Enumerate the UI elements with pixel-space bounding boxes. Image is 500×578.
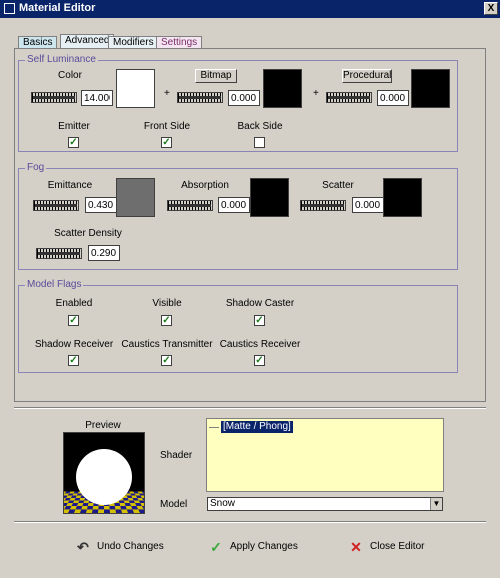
tab-advanced[interactable]: Advanced xyxy=(60,34,115,49)
title-bar: Material Editor X xyxy=(0,0,500,18)
emittance-swatch[interactable] xyxy=(116,178,155,217)
caustics-transmitter-label: Caustics Transmitter xyxy=(121,339,213,350)
caustics-transmitter-checkbox[interactable]: ✓ xyxy=(161,355,172,366)
window-title: Material Editor xyxy=(19,2,96,14)
shader-tree-item[interactable]: [Matte / Phong] xyxy=(221,421,293,433)
check-icon: ✓ xyxy=(162,355,171,366)
emitter-checkbox[interactable]: ✓ xyxy=(68,137,79,148)
bitmap-spinner[interactable] xyxy=(177,92,223,103)
window-icon xyxy=(4,3,15,14)
preview-sphere xyxy=(76,449,132,505)
check-icon: ✓ xyxy=(255,315,264,326)
model-label: Model xyxy=(160,499,188,510)
scatter-spinner[interactable] xyxy=(300,200,346,211)
procedural-swatch[interactable] xyxy=(411,69,450,108)
emittance-label: Emittance xyxy=(47,180,93,191)
absorption-value-field[interactable] xyxy=(218,197,250,213)
close-window-button[interactable]: X xyxy=(484,2,498,15)
plus-sign: + xyxy=(164,88,170,99)
scatter-density-label: Scatter Density xyxy=(54,228,122,239)
undo-icon: ↶ xyxy=(77,539,89,555)
model-select-value: Snow xyxy=(210,498,236,509)
color-label: Color xyxy=(58,70,82,81)
apply-changes-button[interactable]: ✓ Apply Changes xyxy=(208,538,298,556)
scatter-density-spinner[interactable] xyxy=(36,248,82,259)
bitmap-value-field[interactable] xyxy=(228,90,260,106)
separator xyxy=(14,407,486,409)
visible-checkbox[interactable]: ✓ xyxy=(161,315,172,326)
close-icon: ✕ xyxy=(350,539,362,555)
scatter-value-field[interactable] xyxy=(352,197,384,213)
check-icon: ✓ xyxy=(162,315,171,326)
enabled-label: Enabled xyxy=(55,298,93,309)
check-icon: ✓ xyxy=(210,539,222,555)
scatter-label: Scatter xyxy=(322,180,354,191)
emittance-value-field[interactable] xyxy=(85,197,117,213)
caustics-receiver-checkbox[interactable]: ✓ xyxy=(254,355,265,366)
scatter-swatch[interactable] xyxy=(383,178,422,217)
bitmap-swatch[interactable] xyxy=(263,69,302,108)
check-icon: ✓ xyxy=(162,137,171,148)
emittance-spinner[interactable] xyxy=(33,200,79,211)
shader-label: Shader xyxy=(160,450,193,461)
emitter-label: Emitter xyxy=(58,121,90,132)
self-luminance-group: Self Luminance xyxy=(18,54,458,152)
absorption-label: Absorption xyxy=(181,180,229,191)
model-select[interactable]: Snow ▼ xyxy=(207,497,443,511)
procedural-spinner[interactable] xyxy=(326,92,372,103)
apply-changes-label: Apply Changes xyxy=(230,541,298,552)
front-side-label: Front Side xyxy=(143,121,191,132)
caustics-receiver-label: Caustics Receiver xyxy=(219,339,301,350)
color-swatch[interactable] xyxy=(116,69,155,108)
shadow-receiver-label: Shadow Receiver xyxy=(34,339,114,350)
preview-label: Preview xyxy=(85,420,121,431)
scatter-density-value-field[interactable] xyxy=(88,245,120,261)
model-flags-group-label: Model Flags xyxy=(25,279,84,291)
color-value-field[interactable] xyxy=(81,90,113,106)
check-icon: ✓ xyxy=(69,355,78,366)
plus-sign-2: + xyxy=(313,88,319,99)
shader-tree[interactable]: [Matte / Phong] xyxy=(206,418,444,492)
color-spinner[interactable] xyxy=(31,92,77,103)
shadow-receiver-checkbox[interactable]: ✓ xyxy=(68,355,79,366)
front-side-checkbox[interactable]: ✓ xyxy=(161,137,172,148)
separator-bottom xyxy=(14,521,486,523)
bitmap-button[interactable]: Bitmap xyxy=(195,69,237,83)
procedural-value-field[interactable] xyxy=(377,90,409,106)
chevron-down-icon[interactable]: ▼ xyxy=(430,498,442,510)
check-icon: ✓ xyxy=(69,137,78,148)
check-icon: ✓ xyxy=(69,315,78,326)
undo-changes-button[interactable]: ↶ Undo Changes xyxy=(75,538,164,556)
undo-changes-label: Undo Changes xyxy=(97,541,164,552)
fog-group-label: Fog xyxy=(25,162,47,174)
back-side-checkbox[interactable] xyxy=(254,137,265,148)
procedural-button[interactable]: Procedural xyxy=(342,69,392,83)
shadow-caster-label: Shadow Caster xyxy=(225,298,295,309)
close-editor-label: Close Editor xyxy=(370,541,425,552)
close-editor-button[interactable]: ✕ Close Editor xyxy=(348,538,424,556)
check-icon: ✓ xyxy=(255,355,264,366)
self-luminance-group-label: Self Luminance xyxy=(25,54,98,66)
absorption-swatch[interactable] xyxy=(250,178,289,217)
enabled-checkbox[interactable]: ✓ xyxy=(68,315,79,326)
tree-connector xyxy=(209,427,219,428)
visible-label: Visible xyxy=(152,298,182,309)
shadow-caster-checkbox[interactable]: ✓ xyxy=(254,315,265,326)
absorption-spinner[interactable] xyxy=(167,200,213,211)
preview-image xyxy=(63,432,145,514)
back-side-label: Back Side xyxy=(237,121,283,132)
